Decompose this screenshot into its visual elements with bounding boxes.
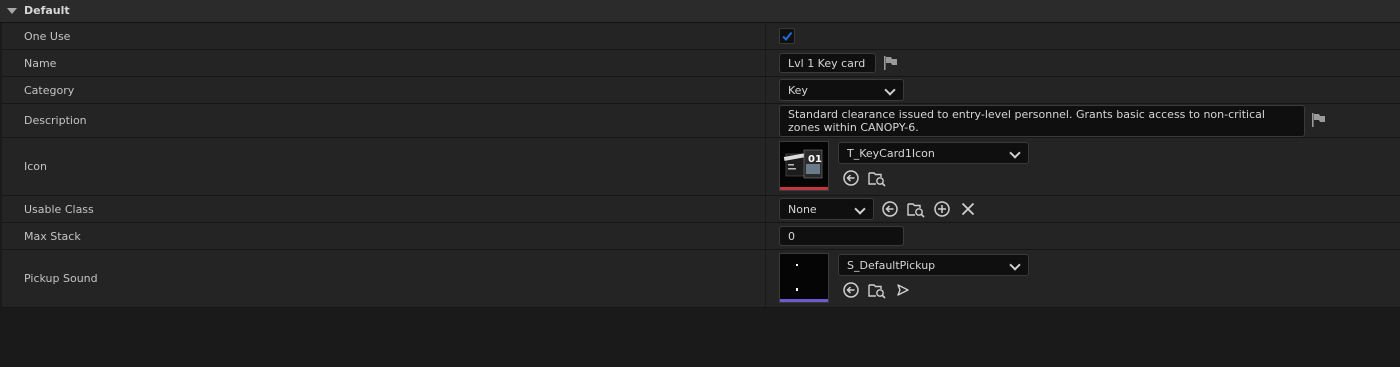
property-row-usable-class: Usable Class None xyxy=(2,196,1400,223)
chevron-down-icon xyxy=(854,203,866,215)
column-divider[interactable] xyxy=(765,50,766,76)
property-label: Pickup Sound xyxy=(24,272,98,285)
property-row-pickup-sound: Pickup Sound S_DefaultPickup xyxy=(2,250,1400,308)
column-divider[interactable] xyxy=(765,250,766,307)
keycard-thumbnail-icon: 01 xyxy=(783,149,823,179)
column-divider[interactable] xyxy=(765,104,766,137)
max-stack-number-field[interactable]: 0 xyxy=(779,226,904,246)
name-text-field[interactable]: Lvl 1 Key card xyxy=(779,53,876,73)
property-label: Usable Class xyxy=(24,203,94,216)
property-row-description: Description Standard clearance issued to… xyxy=(2,104,1400,138)
folder-search-icon[interactable] xyxy=(868,281,886,299)
waveform-dot xyxy=(796,288,798,291)
pickup-sound-asset-value: S_DefaultPickup xyxy=(847,259,936,272)
icon-texture-thumbnail[interactable]: 01 xyxy=(779,141,829,191)
thumb-number: 01 xyxy=(808,154,822,165)
property-label: One Use xyxy=(24,30,71,43)
column-divider[interactable] xyxy=(765,138,766,195)
chevron-down-icon xyxy=(1009,147,1021,159)
details-panel: Default One Use Name Lvl 1 Key card Cate… xyxy=(0,0,1400,367)
plus-circle-icon[interactable] xyxy=(933,200,951,218)
pickup-sound-asset-picker[interactable]: S_DefaultPickup xyxy=(838,254,1029,276)
checkmark-icon xyxy=(782,31,793,42)
play-icon[interactable] xyxy=(894,281,912,299)
usable-class-value: None xyxy=(788,203,817,216)
section-title: Default xyxy=(24,4,70,17)
property-row-category: Category Key xyxy=(2,77,1400,104)
arrow-left-circle-icon[interactable] xyxy=(842,281,860,299)
one-use-checkbox[interactable] xyxy=(779,28,795,44)
property-label: Category xyxy=(24,84,75,97)
folder-search-icon[interactable] xyxy=(907,200,925,218)
property-label: Max Stack xyxy=(24,230,81,243)
property-label: Name xyxy=(24,57,57,70)
category-dropdown-value: Key xyxy=(788,84,808,97)
property-row-max-stack: Max Stack 0 xyxy=(2,223,1400,250)
texture-type-bar xyxy=(780,187,828,190)
sound-asset-thumbnail[interactable] xyxy=(779,253,829,303)
waveform-dot xyxy=(796,264,798,266)
category-dropdown[interactable]: Key xyxy=(779,79,904,101)
description-text-area[interactable]: Standard clearance issued to entry-level… xyxy=(779,105,1305,137)
property-label: Icon xyxy=(24,160,47,173)
flag-icon[interactable] xyxy=(883,56,899,70)
section-header-default[interactable]: Default xyxy=(0,0,1400,23)
property-row-icon: Icon 01 T_KeyCard1Icon xyxy=(2,138,1400,196)
icon-asset-picker[interactable]: T_KeyCard1Icon xyxy=(838,142,1029,164)
property-label: Description xyxy=(24,114,87,127)
column-divider[interactable] xyxy=(765,23,766,49)
chevron-down-icon xyxy=(884,84,896,96)
column-divider[interactable] xyxy=(765,196,766,222)
arrow-left-circle-icon[interactable] xyxy=(881,200,899,218)
property-rows: One Use Name Lvl 1 Key card Category Key… xyxy=(2,23,1400,308)
property-row-one-use: One Use xyxy=(2,23,1400,50)
column-divider[interactable] xyxy=(765,223,766,249)
flag-icon[interactable] xyxy=(1311,113,1327,127)
icon-asset-value: T_KeyCard1Icon xyxy=(847,147,935,160)
close-icon[interactable] xyxy=(959,200,977,218)
sound-type-bar xyxy=(780,299,828,302)
arrow-left-circle-icon[interactable] xyxy=(842,169,860,187)
folder-search-icon[interactable] xyxy=(868,169,886,187)
collapse-triangle-icon[interactable] xyxy=(7,8,17,14)
column-divider[interactable] xyxy=(765,77,766,103)
chevron-down-icon xyxy=(1009,259,1021,271)
usable-class-picker[interactable]: None xyxy=(779,198,874,220)
property-row-name: Name Lvl 1 Key card xyxy=(2,50,1400,77)
